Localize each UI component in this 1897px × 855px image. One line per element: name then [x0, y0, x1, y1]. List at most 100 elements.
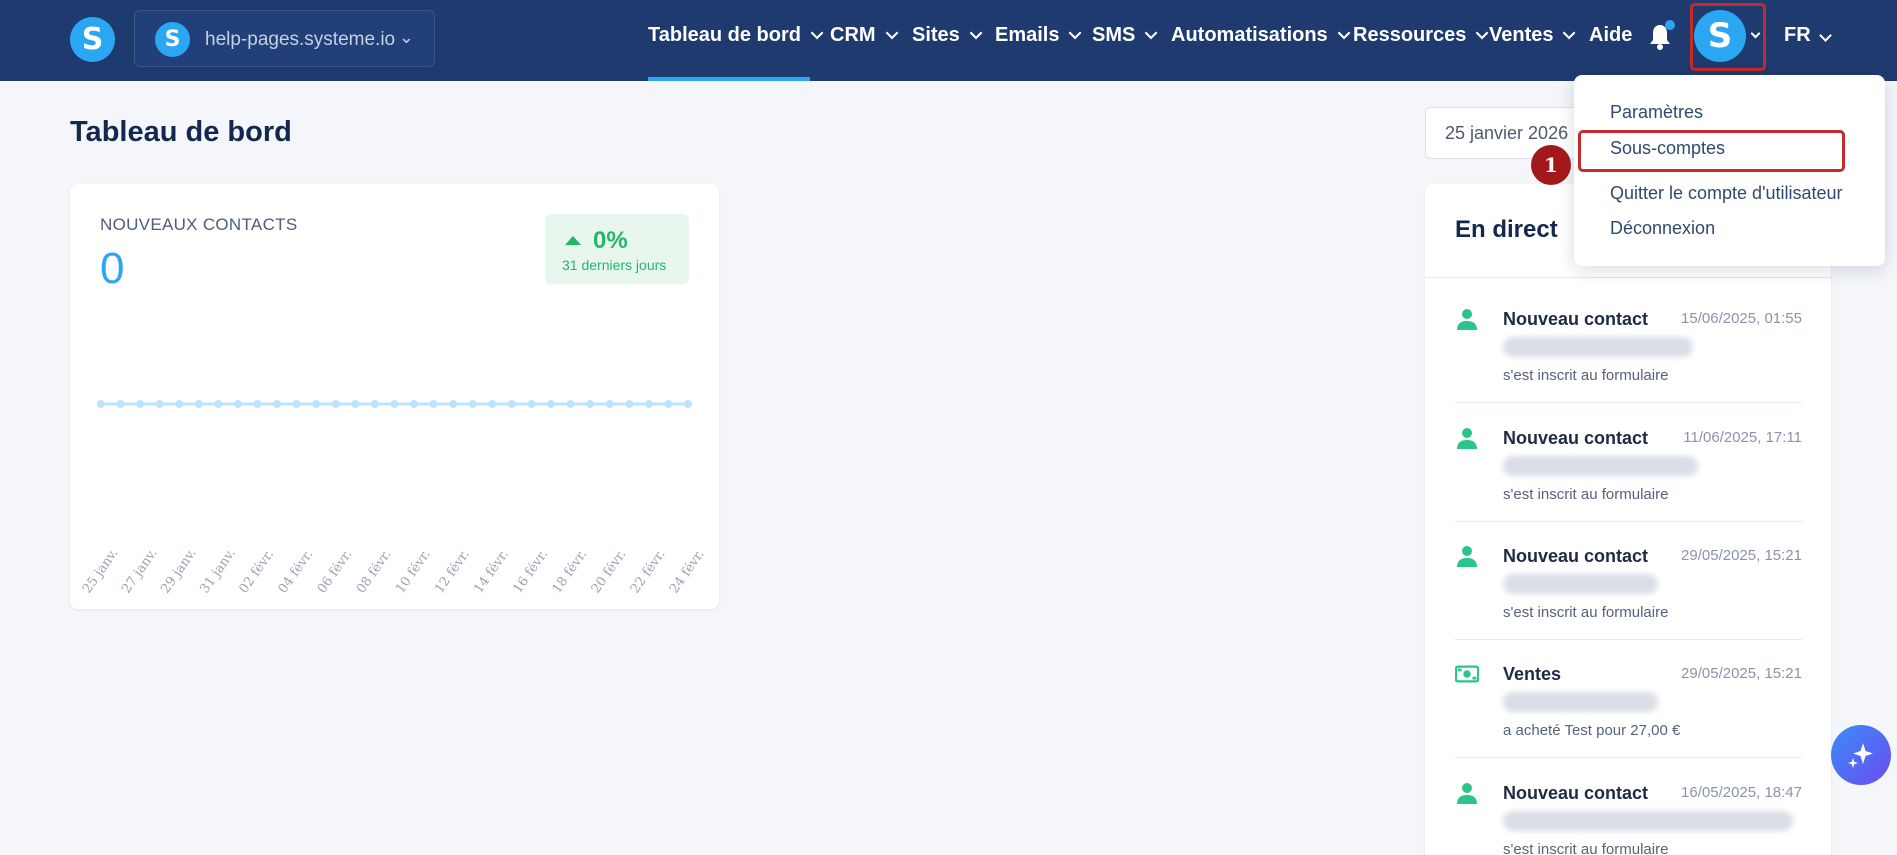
data-point[interactable] — [312, 400, 321, 408]
chevron-down-icon: ⌄ — [398, 27, 414, 47]
data-point[interactable] — [507, 400, 516, 408]
data-point[interactable] — [527, 400, 536, 408]
nav-item-label: Aide — [1589, 24, 1633, 46]
nav-item-ressources[interactable]: Ressources — [1353, 24, 1489, 47]
redacted-email — [1503, 692, 1658, 712]
data-point[interactable] — [664, 400, 673, 408]
data-point[interactable] — [351, 400, 360, 408]
user-icon — [1457, 309, 1477, 330]
data-point[interactable] — [547, 400, 556, 408]
ai-assistant-button[interactable] — [1831, 725, 1891, 785]
sparkle-icon — [1848, 743, 1873, 768]
data-point[interactable] — [684, 400, 692, 408]
data-point[interactable] — [175, 400, 184, 408]
feed-item-title: Nouveau contact — [1503, 783, 1649, 803]
user-icon — [1457, 546, 1477, 567]
nav-item-aide[interactable]: Aide — [1589, 24, 1632, 47]
feed-item[interactable]: Nouveau contact 11/06/2025, 17:11 s'est … — [1455, 404, 1802, 522]
data-point[interactable] — [566, 400, 575, 408]
x-tick-label: 22 févr. — [628, 547, 669, 596]
data-point[interactable] — [410, 400, 419, 408]
chevron-down-icon[interactable] — [1819, 29, 1832, 42]
contacts-line-chart: 25 janv.27 janv.29 janv.31 janv.02 févr.… — [80, 400, 708, 596]
nav-item-emails[interactable]: Emails — [995, 24, 1082, 47]
menu-item-deconnexion[interactable]: Déconnexion — [1610, 218, 1715, 239]
data-point[interactable] — [390, 400, 399, 408]
chevron-down-icon — [810, 26, 824, 40]
x-tick-label: 29 janv. — [158, 546, 199, 596]
data-point[interactable] — [273, 400, 282, 408]
chevron-down-icon — [969, 26, 983, 40]
data-point[interactable] — [155, 400, 164, 408]
redacted-email — [1503, 811, 1793, 831]
data-point[interactable] — [214, 400, 223, 408]
x-tick-label: 12 févr. — [432, 547, 473, 596]
redacted-email — [1503, 574, 1658, 594]
nav-item-ventes[interactable]: Ventes — [1489, 24, 1576, 47]
data-point[interactable] — [253, 400, 262, 408]
feed-item-desc: s'est inscrit au formulaire — [1503, 841, 1669, 855]
data-point[interactable] — [488, 400, 497, 408]
data-point[interactable] — [586, 400, 595, 408]
data-point[interactable] — [605, 400, 614, 408]
chevron-down-icon — [1069, 26, 1082, 40]
menu-item-parametres[interactable]: Paramètres — [1610, 102, 1703, 123]
x-tick-label: 20 févr. — [589, 547, 630, 596]
data-point[interactable] — [194, 400, 203, 408]
nav-item-label: SMS — [1092, 24, 1136, 46]
feed-item-title: Nouveau contact — [1503, 546, 1649, 566]
x-tick-label: 02 févr. — [237, 547, 278, 596]
site-selector[interactable]: S help-pages.systeme.io ⌄ — [134, 10, 435, 67]
data-point[interactable] — [116, 400, 125, 408]
feed-item[interactable]: Nouveau contact 15/06/2025, 01:55 s'est … — [1455, 285, 1802, 403]
data-point[interactable] — [331, 400, 340, 408]
x-tick-label: 06 févr. — [315, 547, 356, 596]
feed-item[interactable]: Ventes 29/05/2025, 15:21 a acheté Test p… — [1455, 640, 1802, 758]
nav-item-tableau-de-bord[interactable]: Tableau de bord — [648, 24, 824, 47]
nav-item-label: Tableau de bord — [648, 24, 801, 46]
nav-item-label: Emails — [995, 24, 1060, 46]
x-tick-label: 25 janv. — [80, 546, 121, 596]
data-point[interactable] — [292, 400, 301, 408]
feed-item-title: Nouveau contact — [1503, 309, 1649, 329]
notification-dot — [1665, 20, 1675, 30]
chevron-down-icon — [1476, 26, 1489, 40]
data-point[interactable] — [136, 400, 145, 408]
language-selector[interactable]: FR — [1784, 24, 1811, 47]
data-point[interactable] — [97, 400, 105, 408]
nav-item-label: CRM — [830, 24, 876, 46]
nav-item-label: Ressources — [1353, 24, 1467, 46]
nav-item-sites[interactable]: Sites — [912, 24, 983, 47]
feed-item-title: Ventes — [1503, 664, 1562, 684]
menu-item-quitter-compte[interactable]: Quitter le compte d'utilisateur — [1610, 183, 1843, 204]
new-contacts-card: NOUVEAUX CONTACTS 0 0% 31 derniers jours… — [70, 184, 719, 609]
x-tick-label: 24 févr. — [667, 547, 708, 596]
nav-item-sms[interactable]: SMS — [1092, 24, 1158, 47]
user-icon — [1457, 783, 1477, 804]
data-point[interactable] — [468, 400, 477, 408]
nav-item-automatisations[interactable]: Automatisations — [1171, 24, 1351, 47]
nav-item-crm[interactable]: CRM — [830, 24, 898, 47]
feed-item-time: 29/05/2025, 15:21 — [1681, 547, 1802, 564]
data-point[interactable] — [429, 400, 438, 408]
site-logo-icon: S — [155, 22, 190, 57]
systeme-logo[interactable]: S — [70, 17, 115, 62]
user-icon — [1457, 428, 1477, 449]
data-point[interactable] — [644, 400, 653, 408]
feed-item[interactable]: Nouveau contact 29/05/2025, 15:21 s'est … — [1455, 522, 1802, 640]
page-title: Tableau de bord — [70, 116, 292, 148]
divider — [1425, 277, 1831, 278]
x-tick-label: 31 janv. — [197, 546, 238, 596]
data-point[interactable] — [625, 400, 634, 408]
data-point[interactable] — [233, 400, 242, 408]
x-tick-label: 27 janv. — [119, 546, 160, 596]
chevron-down-icon — [885, 26, 898, 40]
data-point[interactable] — [370, 400, 379, 408]
feed-item-time: 29/05/2025, 15:21 — [1681, 665, 1802, 682]
feed-item-desc: s'est inscrit au formulaire — [1503, 367, 1669, 384]
nav-item-label: Automatisations — [1171, 24, 1328, 46]
feed-item[interactable]: Nouveau contact 16/05/2025, 18:47 s'est … — [1455, 759, 1802, 855]
site-name: help-pages.systeme.io — [205, 29, 396, 50]
avatar[interactable]: S — [1694, 10, 1746, 62]
data-point[interactable] — [449, 400, 458, 408]
